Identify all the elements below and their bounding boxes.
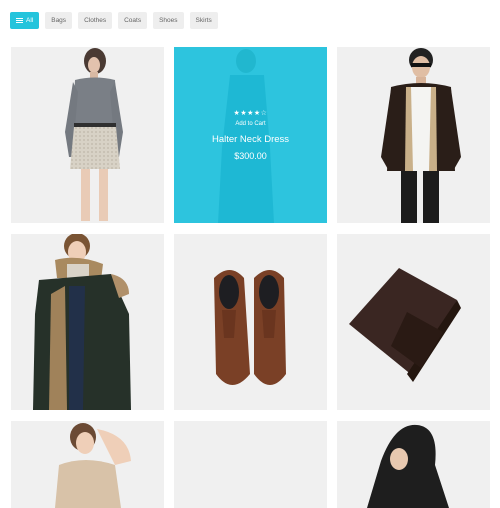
product-image-brown-shoes (214, 270, 286, 385)
product-image-black-hooded-coat (367, 424, 449, 508)
filter-all-label: All (26, 17, 34, 24)
filter-shoes-label: Shoes (159, 17, 178, 24)
add-to-cart-link[interactable]: Add to Cart (235, 121, 265, 127)
product-card-hooded-coat[interactable] (337, 421, 490, 508)
filter-clothes-label: Clothes (84, 17, 107, 24)
product-image-woman-parka (33, 234, 131, 410)
filter-bags-button[interactable]: Bags (45, 12, 73, 29)
filter-shoes-button[interactable]: Shoes (153, 12, 184, 29)
product-card-halter-neck-dress[interactable]: ★★★★☆ Add to Cart Halter Neck Dress $300… (174, 47, 327, 223)
filter-skirts-label: Skirts (195, 17, 212, 24)
product-card-beige-sweater[interactable] (11, 421, 164, 508)
product-image-placeholder (174, 421, 327, 508)
rating-stars-icon: ★★★★☆ (233, 110, 268, 117)
product-card-leather-wallet[interactable] (337, 234, 490, 410)
product-name[interactable]: Halter Neck Dress (212, 134, 289, 145)
filter-clothes-button[interactable]: Clothes (78, 12, 113, 29)
product-card-leather-shoes[interactable] (174, 234, 327, 410)
product-card-fur-parka[interactable] (11, 234, 164, 410)
list-icon (16, 17, 23, 24)
product-image-woman-beige-top (55, 423, 131, 508)
filter-bags-label: Bags (51, 17, 67, 24)
product-image-man-jacket (381, 48, 461, 223)
product-price: $300.00 (234, 151, 267, 161)
product-hover-overlay: ★★★★☆ Add to Cart Halter Neck Dress $300… (174, 47, 327, 223)
filter-all-button[interactable]: All (10, 12, 40, 29)
filter-coats-button[interactable]: Coats (118, 12, 148, 29)
product-image-brown-wallet (349, 268, 461, 382)
category-filter-bar: All Bags Clothes Coats Shoes Skirts (10, 12, 218, 29)
filter-skirts-button[interactable]: Skirts (189, 12, 218, 29)
product-image-model-grey-sweater (65, 48, 123, 221)
product-card-bomber-jacket[interactable] (337, 47, 490, 223)
filter-coats-label: Coats (124, 17, 142, 24)
product-card-empty[interactable] (174, 421, 327, 508)
product-card-sequin-skirt[interactable] (11, 47, 164, 223)
